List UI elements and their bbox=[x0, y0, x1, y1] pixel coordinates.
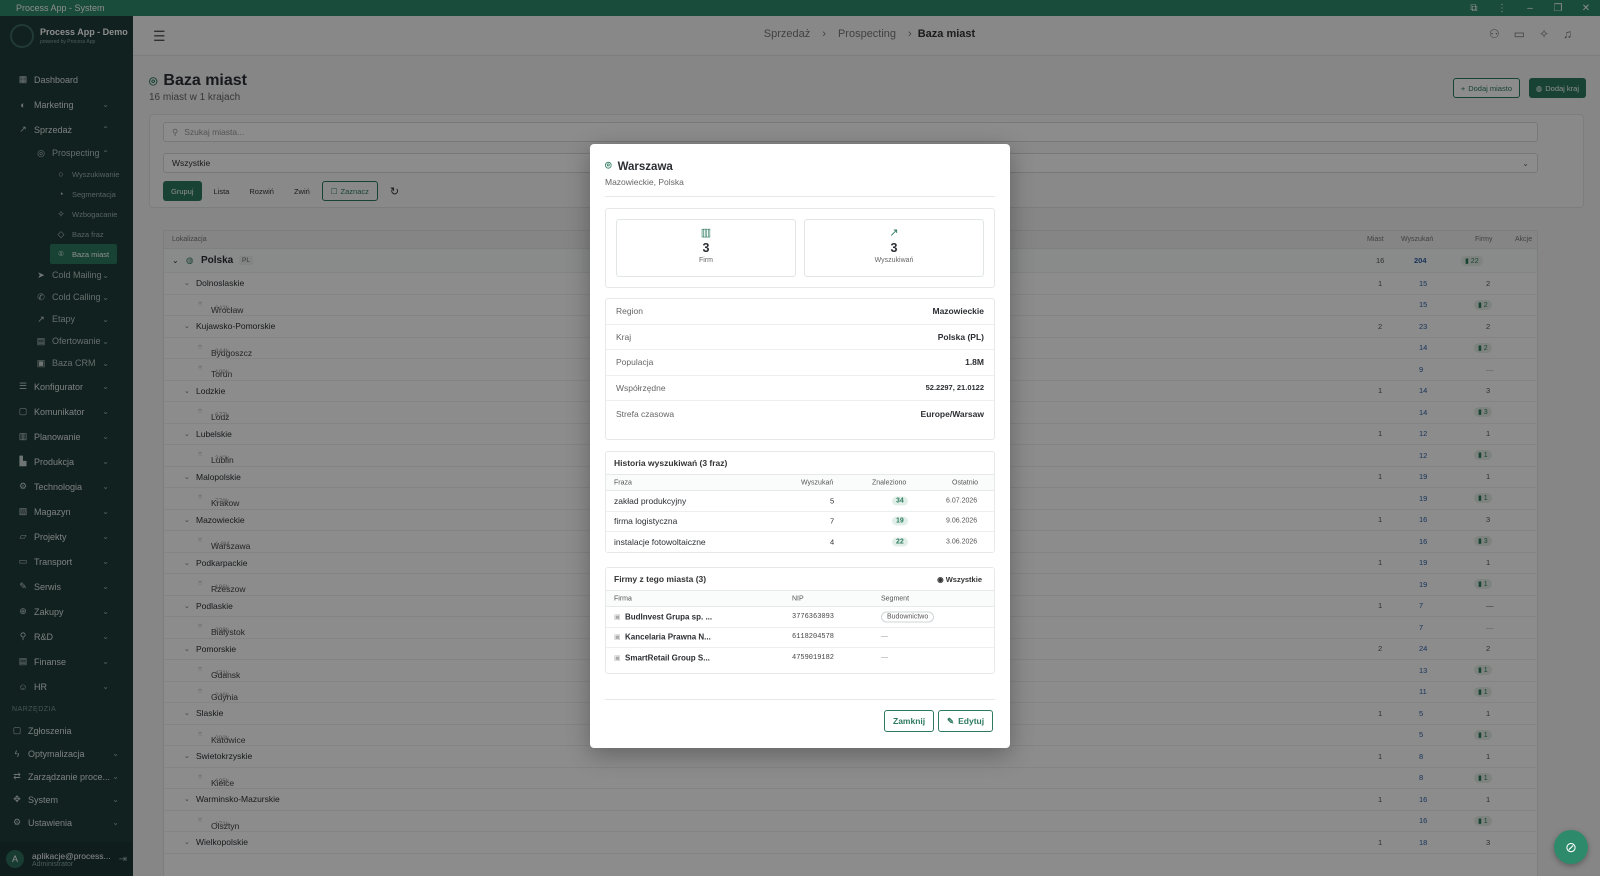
divider bbox=[605, 699, 995, 700]
modal-title: ⌾ Warszawa bbox=[605, 160, 673, 173]
divider bbox=[605, 196, 995, 197]
stats-panel: ▥ 3 Firm ↗ 3 Wyszukiwań bbox=[605, 208, 995, 288]
info-row-timezone: Strefa czasowa Europe/Warsaw bbox=[616, 408, 984, 419]
assistant-fab[interactable]: ⊘ bbox=[1554, 830, 1588, 864]
trend-icon: ↗ bbox=[889, 227, 899, 239]
history-row[interactable]: instalacje fotowoltaiczne 4 22 3.06.2026 bbox=[606, 532, 994, 553]
pin-icon: ⌾ bbox=[605, 160, 612, 172]
history-row[interactable]: firma logistyczna 7 19 9.06.2026 bbox=[606, 512, 994, 532]
compass-icon: ⊘ bbox=[1565, 838, 1577, 855]
info-row-population: Populacja 1.8M bbox=[606, 350, 994, 376]
info-row-country: Kraj Polska (PL) bbox=[606, 325, 994, 350]
modal-subtitle: Mazowieckie, Polska bbox=[605, 177, 684, 187]
info-row-coordinates: Współrzędne 52.2297, 21.0122 bbox=[606, 376, 994, 401]
info-row-region: Region Mazowieckie bbox=[606, 299, 994, 325]
stat-searches: ↗ 3 Wyszukiwań bbox=[804, 219, 984, 277]
building-icon: ▣ bbox=[614, 655, 621, 663]
building-icon: ▣ bbox=[614, 613, 621, 621]
city-firms-section: Firmy z tego miasta (3) ◉ Wszystkie Firm… bbox=[605, 567, 995, 674]
firm-row[interactable]: ▣ Kancelaria Prawna N... 6118204578 — bbox=[606, 628, 994, 648]
eye-icon: ◉ bbox=[937, 574, 944, 584]
stat-firms: ▥ 3 Firm bbox=[616, 219, 796, 277]
firms-header: Firma NIP Segment bbox=[606, 591, 994, 607]
building-icon: ▣ bbox=[614, 634, 621, 642]
pencil-icon: ✎ bbox=[947, 715, 955, 726]
edit-button[interactable]: ✎ Edytuj bbox=[938, 710, 994, 732]
history-row[interactable]: zakład produkcyjny 5 34 6.07.2026 bbox=[606, 491, 994, 512]
history-title: Historia wyszukiwań (3 fraz) bbox=[606, 452, 994, 475]
segment-badge: Budownictwo bbox=[881, 611, 935, 623]
firm-row[interactable]: ▣ SmartRetail Group S... 4759019182 — bbox=[606, 648, 994, 669]
search-history-section: Historia wyszukiwań (3 fraz) Fraza Wyszu… bbox=[605, 451, 995, 553]
city-info-list: Region Mazowieckie Kraj Polska (PL) Popula… bbox=[605, 298, 995, 440]
firms-title: Firmy z tego miasta (3) ◉ Wszystkie bbox=[606, 568, 994, 591]
building-icon: ▥ bbox=[700, 227, 712, 239]
city-details-modal: ⌾ Warszawa Mazowieckie, Polska ▥ 3 Firm ↗… bbox=[590, 144, 1010, 748]
firm-row[interactable]: ▣ BudInvest Grupa sp. ... 3776363093 Bud… bbox=[606, 607, 994, 628]
close-button[interactable]: Zamknij bbox=[884, 710, 935, 732]
history-header: Fraza Wyszukań Znaleziono Ostatnio bbox=[606, 475, 994, 491]
view-all-firms-button[interactable]: ◉ Wszystkie bbox=[937, 575, 982, 584]
